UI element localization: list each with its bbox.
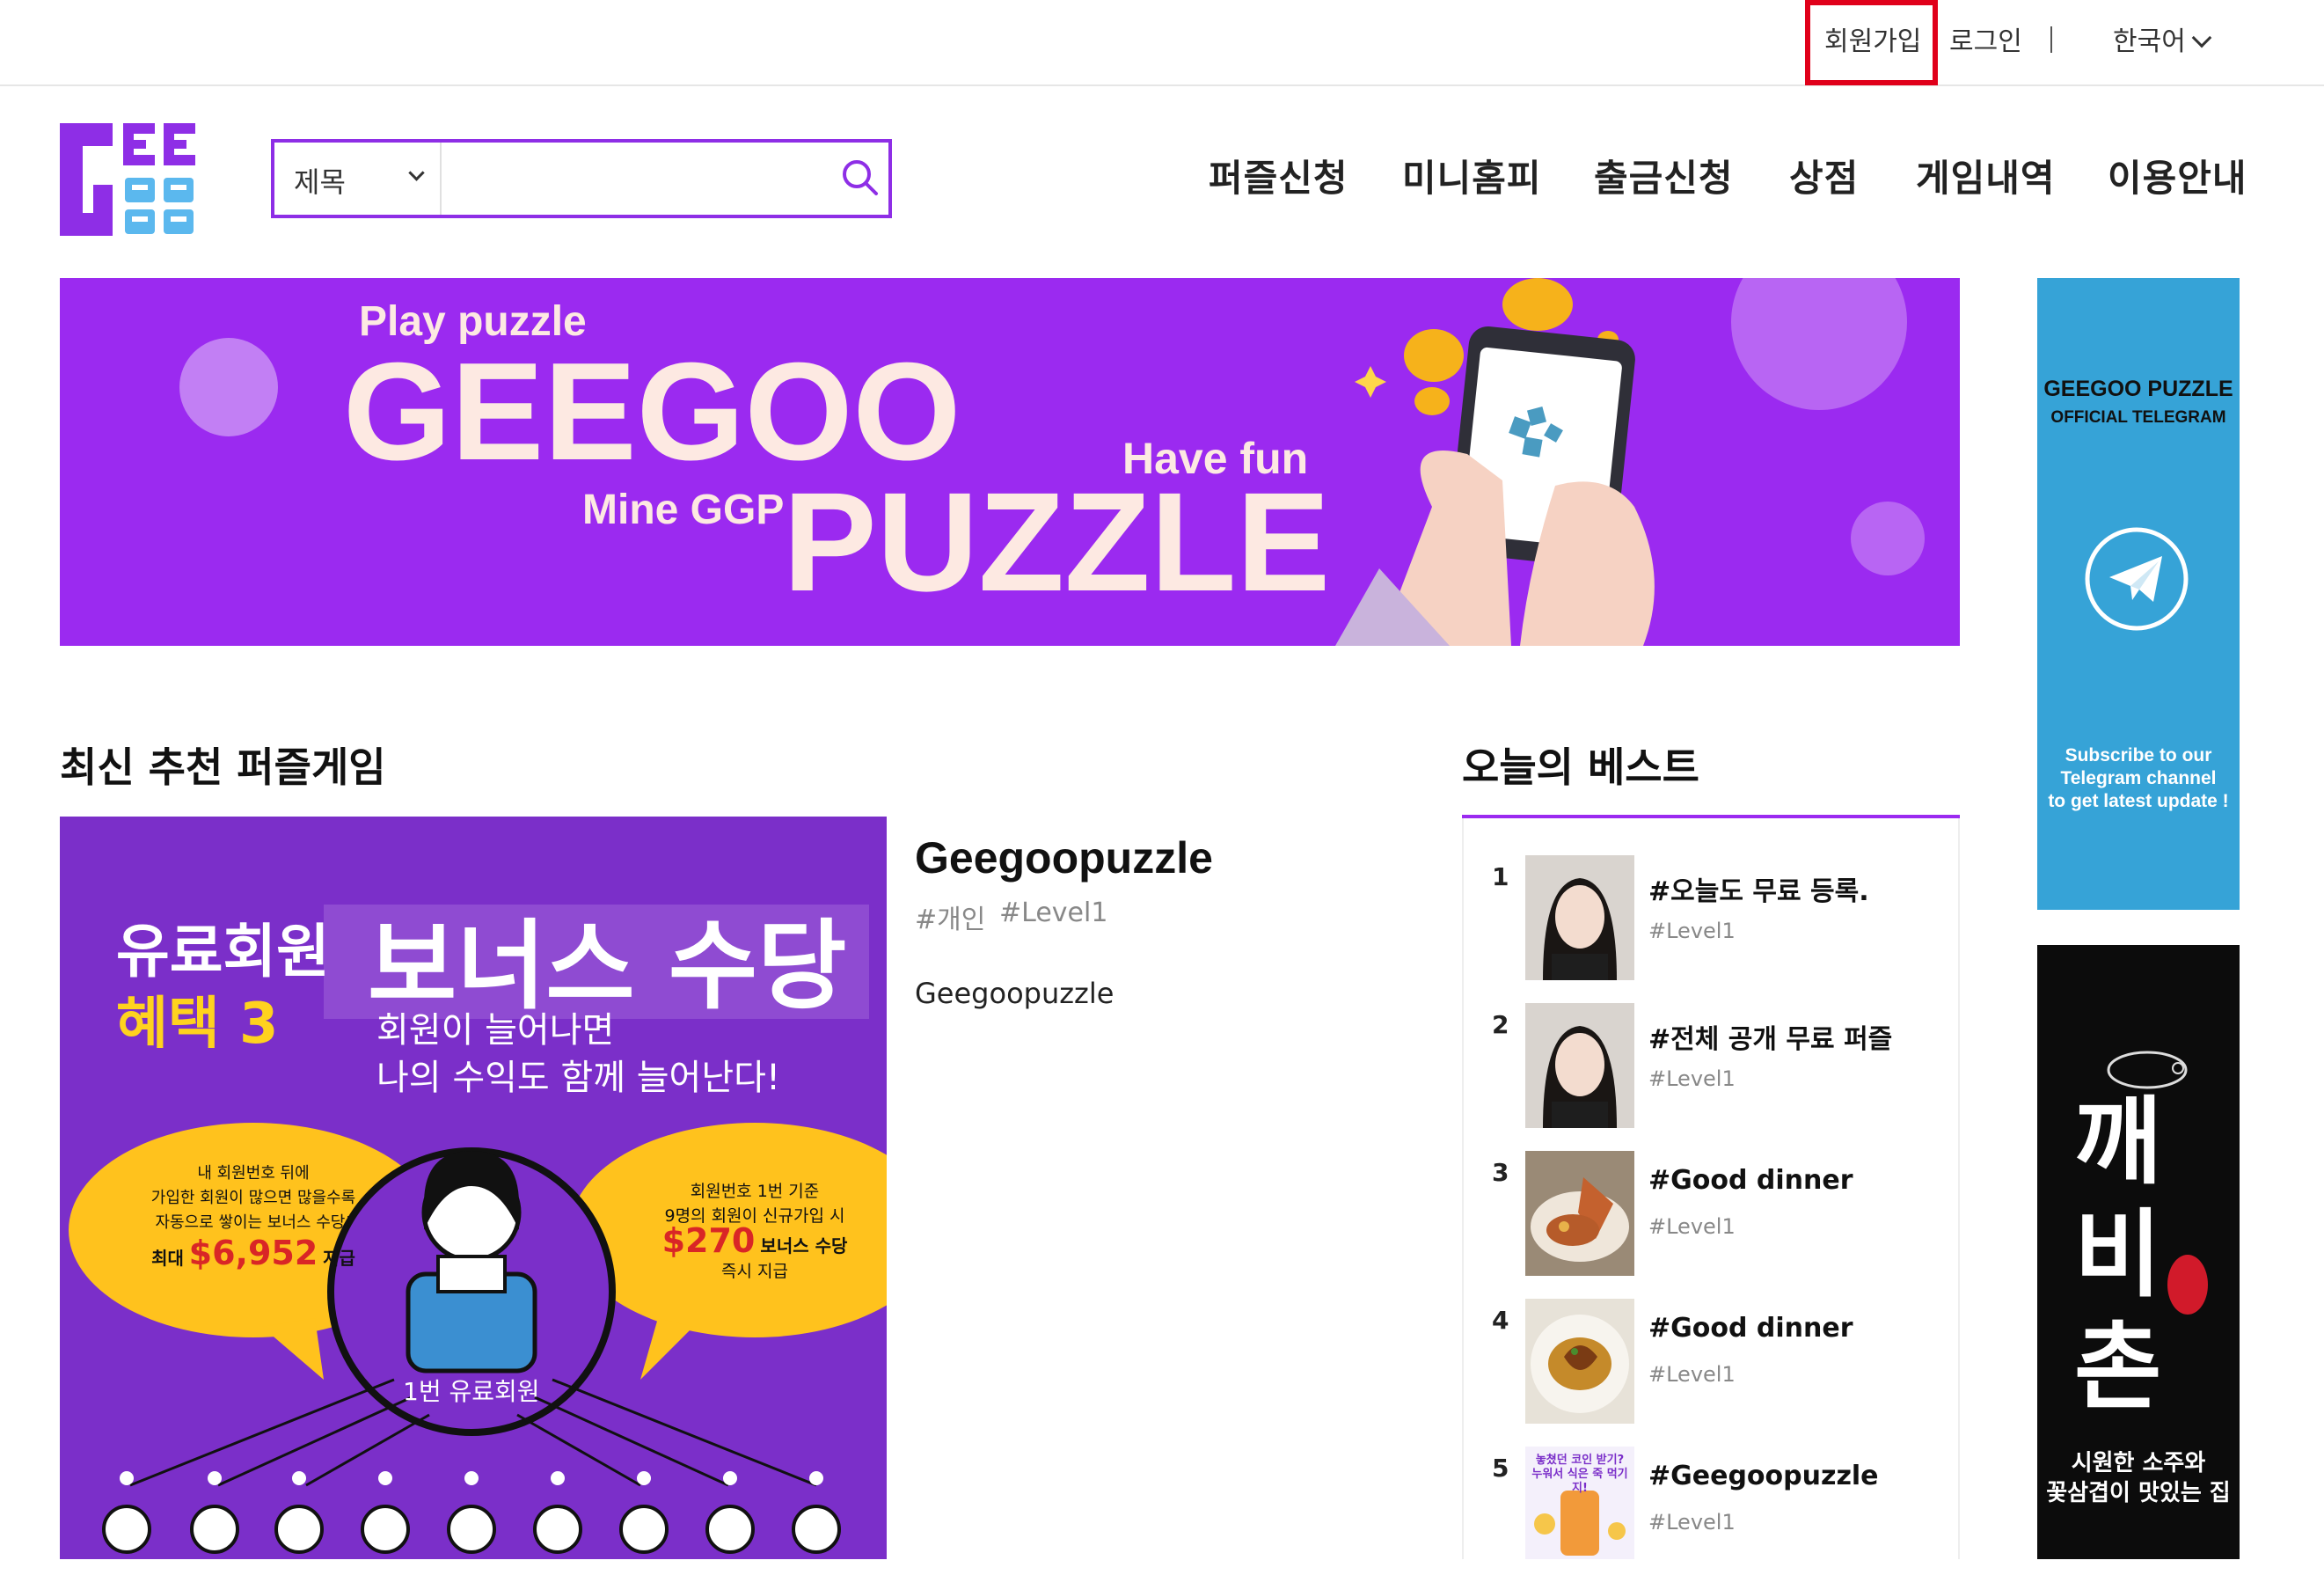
featured-center-label: 1번 유료회원 bbox=[403, 1377, 540, 1406]
best-level: #Level1 bbox=[1648, 1214, 1736, 1239]
featured-sub-2: 나의 수익도 함께 늘어난다! bbox=[376, 1058, 780, 1098]
best-level: #Level1 bbox=[1648, 919, 1736, 943]
featured-bubble-left-2: 가입한 회원이 많으면 많을수록 bbox=[150, 1189, 356, 1207]
best-section-title: 오늘의 베스트 bbox=[1462, 744, 1699, 791]
restaurant-caption: 시원한 소주와 꽃삼겹이 맛있는 집 bbox=[2037, 1448, 2240, 1508]
best-list-item[interactable]: 2 #전체 공개 무료 퍼즐 #Level1 bbox=[1487, 1003, 1944, 1132]
featured-bubble-left-5: 지급 bbox=[323, 1248, 355, 1269]
telegram-ad-title: GEEGOO PUZZLE bbox=[2043, 377, 2233, 401]
featured-bubble-left-3: 자동으로 쌓이는 보너스 수당! bbox=[155, 1213, 352, 1232]
best-title: #Good dinner bbox=[1648, 1165, 1853, 1196]
featured-bubble-right-4: 즉시 지급 bbox=[721, 1262, 788, 1281]
best-thumbnail-portrait bbox=[1525, 1003, 1634, 1128]
best-rank: 3 bbox=[1492, 1158, 1509, 1187]
red-seal-stamp bbox=[2167, 1255, 2208, 1315]
featured-bubble-left: 내 회원번호 뒤에 가입한 회원이 많으면 많을수록 자동으로 쌓이는 보너스 … bbox=[77, 1161, 429, 1272]
chevron-down-icon bbox=[408, 165, 425, 181]
banner-line-2: GEEGOO bbox=[343, 334, 961, 489]
telegram-icon bbox=[2085, 521, 2189, 641]
nav-minihompy[interactable]: 미니홈피 bbox=[1402, 155, 1542, 202]
best-level: #Level1 bbox=[1648, 1066, 1736, 1091]
geegoo-logo[interactable] bbox=[60, 123, 195, 236]
featured-bubble-left-4: 최대 bbox=[151, 1248, 184, 1269]
telegram-ad-cta-3: to get latest update ! bbox=[2048, 791, 2229, 811]
best-thumbnail-promo: 놓쳤던 코인 받기? 누워서 식은 죽 먹기지! bbox=[1525, 1447, 1634, 1559]
featured-tag-1: 유료회원 bbox=[116, 918, 330, 985]
chevron-down-icon bbox=[2191, 27, 2212, 48]
main-banner[interactable]: Play puzzle GEEGOO Mine GGP PUZZLE Have … bbox=[60, 278, 1960, 646]
featured-sub-1: 회원이 늘어나면 bbox=[376, 1010, 615, 1051]
featured-game-description: Geegoopuzzle bbox=[915, 977, 1114, 1010]
featured-bubble-right: 회원번호 1번 기준 9명의 회원이 신규가입 시 $270 보너스 수당 즉시… bbox=[579, 1179, 887, 1284]
telegram-ad-cta-1: Subscribe to our bbox=[2065, 745, 2212, 766]
featured-game-tag[interactable]: #개인 bbox=[915, 897, 985, 936]
nav-puzzle-request[interactable]: 퍼즐신청 bbox=[1209, 155, 1348, 202]
nav-withdraw-request[interactable]: 출금신청 bbox=[1594, 155, 1734, 202]
restaurant-ad[interactable]: 깨비촌 시원한 소주와 꽃삼겹이 맛있는 집 bbox=[2037, 945, 2240, 1559]
best-level: #Level1 bbox=[1648, 1510, 1736, 1535]
promo-thumb-text: 놓쳤던 코인 받기? 누워서 식은 죽 먹기지! bbox=[1525, 1454, 1634, 1496]
featured-bubble-left-1: 내 회원번호 뒤에 bbox=[197, 1164, 310, 1183]
search-field-select[interactable]: 제목 bbox=[274, 143, 442, 215]
best-list-item[interactable]: 4 #Good dinner #Level1 bbox=[1487, 1299, 1944, 1427]
search-icon bbox=[843, 160, 878, 195]
search-input[interactable] bbox=[442, 146, 823, 213]
restaurant-caption-2: 꽃삼겹이 맛있는 집 bbox=[2046, 1480, 2231, 1506]
telegram-ad-cta-2: Telegram channel bbox=[2060, 768, 2217, 788]
best-rank: 1 bbox=[1492, 862, 1509, 891]
featured-tag-2: 혜택 3 bbox=[116, 992, 279, 1057]
restaurant-caption-1: 시원한 소주와 bbox=[2071, 1450, 2206, 1476]
featured-game-title[interactable]: Geegoopuzzle bbox=[915, 832, 1213, 883]
nav-guide[interactable]: 이용안내 bbox=[2108, 155, 2247, 202]
best-rank: 2 bbox=[1492, 1010, 1509, 1039]
featured-bubble-right-3: 보너스 수당 bbox=[760, 1235, 848, 1256]
search-bar: 제목 bbox=[271, 139, 892, 218]
banner-line-5: Have fun bbox=[1122, 434, 1309, 483]
best-level: #Level1 bbox=[1648, 1362, 1736, 1387]
best-list-item[interactable]: 3 #Good dinner #Level1 bbox=[1487, 1151, 1944, 1279]
best-thumbnail-food bbox=[1525, 1299, 1634, 1424]
language-label: 한국어 bbox=[2113, 26, 2186, 57]
promo-thumb-text-2: 누워서 식은 죽 먹기지! bbox=[1531, 1468, 1628, 1495]
search-field-select-value: 제목 bbox=[294, 165, 346, 199]
best-list-item[interactable]: 5 놓쳤던 코인 받기? 누워서 식은 죽 먹기지! #Geegoopuzzle… bbox=[1487, 1447, 1944, 1575]
signup-highlight-box bbox=[1805, 0, 1938, 85]
best-title: #전체 공개 무료 퍼즐 bbox=[1648, 1024, 1893, 1055]
banner-line-3: Mine GGP bbox=[582, 487, 785, 533]
best-thumbnail-portrait bbox=[1525, 855, 1634, 980]
nav-game-history[interactable]: 게임내역 bbox=[1916, 155, 2056, 202]
banner-line-4: PUZZLE bbox=[783, 463, 1331, 620]
best-title: #Geegoopuzzle bbox=[1648, 1461, 1879, 1491]
featured-bubble-right-amount: $270 bbox=[661, 1221, 756, 1260]
best-rank: 5 bbox=[1492, 1454, 1509, 1483]
featured-bubble-left-amount: $6,952 bbox=[188, 1234, 318, 1272]
topbar-separator bbox=[2050, 26, 2052, 53]
language-select[interactable]: 한국어 bbox=[2113, 25, 2212, 60]
top-utility-bar: 회원가입 로그인 한국어 bbox=[0, 0, 2324, 86]
featured-game-tag[interactable]: #Level1 bbox=[999, 897, 1107, 928]
telegram-ad-subtitle: OFFICIAL TELEGRAM bbox=[2050, 408, 2226, 427]
best-title: #Good dinner bbox=[1648, 1313, 1853, 1344]
best-rank: 4 bbox=[1492, 1306, 1509, 1335]
restaurant-calligraphy: 깨비촌 bbox=[2074, 1087, 2162, 1423]
nav-shop[interactable]: 상점 bbox=[1789, 155, 1859, 202]
best-list-item[interactable]: 1 #오늘도 무료 등록. #Level1 bbox=[1487, 855, 1944, 984]
telegram-ad-cta: Subscribe to our Telegram channel to get… bbox=[2037, 744, 2240, 813]
login-link[interactable]: 로그인 bbox=[1949, 25, 2022, 60]
recommend-section-title: 최신 추천 퍼즐게임 bbox=[60, 744, 386, 791]
featured-bubble-right-1: 회원번호 1번 기준 bbox=[690, 1182, 820, 1201]
best-title: #오늘도 무료 등록. bbox=[1648, 876, 1869, 907]
best-thumbnail-food bbox=[1525, 1151, 1634, 1276]
search-button[interactable] bbox=[837, 155, 883, 201]
featured-game-image[interactable]: 유료회원 혜택 3 보너스 수당 회원이 늘어나면 나의 수익도 함께 늘어난다… bbox=[60, 817, 887, 1559]
telegram-ad[interactable]: GEEGOO PUZZLE OFFICIAL TELEGRAM Subscrib… bbox=[2037, 278, 2240, 910]
promo-thumb-text-1: 놓쳤던 코인 받기? bbox=[1535, 1454, 1625, 1467]
